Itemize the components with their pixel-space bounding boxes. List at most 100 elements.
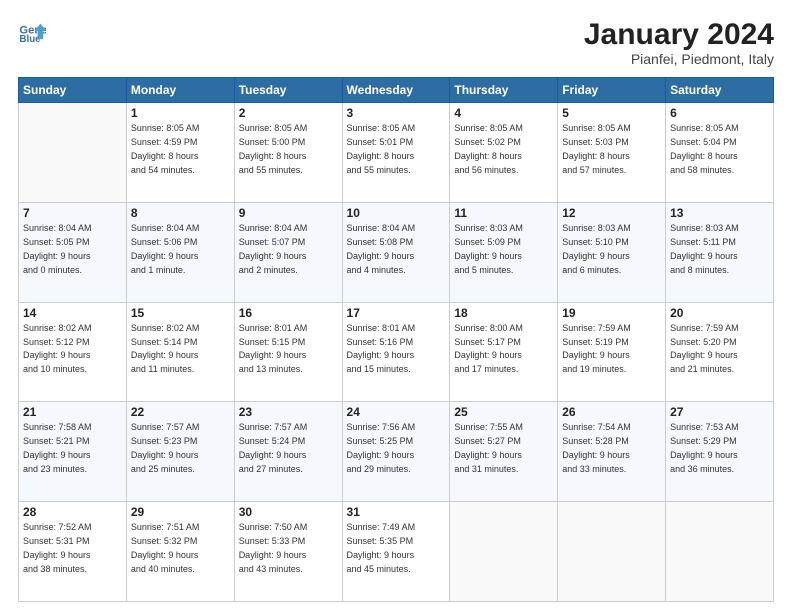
subtitle: Pianfei, Piedmont, Italy [584,51,774,67]
day-info: Sunrise: 8:05 AM Sunset: 4:59 PM Dayligh… [131,122,230,178]
day-info: Sunrise: 8:03 AM Sunset: 5:09 PM Dayligh… [454,222,553,278]
calendar-day-cell: 18 Sunrise: 8:00 AM Sunset: 5:17 PM Dayli… [450,302,558,402]
day-number: 1 [131,106,230,120]
calendar-week-row: 7 Sunrise: 8:04 AM Sunset: 5:05 PM Daylig… [19,202,774,302]
calendar-day-cell: 1 Sunrise: 8:05 AM Sunset: 4:59 PM Daylig… [126,103,234,203]
calendar-day-cell: 8Sunrise: 8:04 AM Sunset: 5:06 PM Daylig… [126,202,234,302]
header: General Blue January 2024 Pianfei, Piedm… [18,18,774,67]
day-info: Sunrise: 7:52 AM Sunset: 5:31 PM Dayligh… [23,521,122,577]
calendar-day-cell [666,502,774,602]
day-info: Sunrise: 7:56 AM Sunset: 5:25 PM Dayligh… [347,421,446,477]
day-number: 27 [670,405,769,419]
day-number: 14 [23,306,122,320]
calendar-day-cell: 9 Sunrise: 8:04 AM Sunset: 5:07 PM Daylig… [234,202,342,302]
calendar-day-cell: 30Sunrise: 7:50 AM Sunset: 5:33 PM Dayli… [234,502,342,602]
calendar-day-cell [19,103,127,203]
calendar-day-cell: 17Sunrise: 8:01 AM Sunset: 5:16 PM Dayli… [342,302,450,402]
day-number: 28 [23,505,122,519]
calendar-day-cell: 21 Sunrise: 7:58 AM Sunset: 5:21 PM Dayli… [19,402,127,502]
day-info: Sunrise: 8:04 AM Sunset: 5:05 PM Dayligh… [23,222,122,278]
day-number: 16 [239,306,338,320]
day-info: Sunrise: 7:49 AM Sunset: 5:35 PM Dayligh… [347,521,446,577]
day-number: 15 [131,306,230,320]
weekday-header-thursday: Thursday [450,78,558,103]
day-number: 7 [23,206,122,220]
day-number: 20 [670,306,769,320]
page: General Blue January 2024 Pianfei, Piedm… [0,0,792,612]
weekday-header-monday: Monday [126,78,234,103]
calendar-day-cell: 10 Sunrise: 8:04 AM Sunset: 5:08 PM Dayli… [342,202,450,302]
calendar-week-row: 14 Sunrise: 8:02 AM Sunset: 5:12 PM Dayli… [19,302,774,402]
logo-icon: General Blue [18,18,46,46]
day-number: 2 [239,106,338,120]
calendar-day-cell: 16 Sunrise: 8:01 AM Sunset: 5:15 PM Dayli… [234,302,342,402]
calendar-day-cell: 11 Sunrise: 8:03 AM Sunset: 5:09 PM Dayli… [450,202,558,302]
calendar-day-cell: 2 Sunrise: 8:05 AM Sunset: 5:00 PM Daylig… [234,103,342,203]
day-number: 25 [454,405,553,419]
calendar-day-cell: 20 Sunrise: 7:59 AM Sunset: 5:20 PM Dayli… [666,302,774,402]
day-info: Sunrise: 8:05 AM Sunset: 5:03 PM Dayligh… [562,122,661,178]
calendar-day-cell: 26 Sunrise: 7:54 AM Sunset: 5:28 PM Dayli… [558,402,666,502]
day-number: 31 [347,505,446,519]
day-info: Sunrise: 8:02 AM Sunset: 5:12 PM Dayligh… [23,322,122,378]
day-info: Sunrise: 8:04 AM Sunset: 5:08 PM Dayligh… [347,222,446,278]
day-info: Sunrise: 7:50 AM Sunset: 5:33 PM Dayligh… [239,521,338,577]
day-info: Sunrise: 8:00 AM Sunset: 5:17 PM Dayligh… [454,322,553,378]
day-number: 19 [562,306,661,320]
calendar-day-cell: 24 Sunrise: 7:56 AM Sunset: 5:25 PM Dayli… [342,402,450,502]
calendar-week-row: 28 Sunrise: 7:52 AM Sunset: 5:31 PM Dayli… [19,502,774,602]
day-number: 11 [454,206,553,220]
day-number: 23 [239,405,338,419]
calendar-day-cell: 14 Sunrise: 8:02 AM Sunset: 5:12 PM Dayli… [19,302,127,402]
day-info: Sunrise: 7:55 AM Sunset: 5:27 PM Dayligh… [454,421,553,477]
calendar-day-cell: 3Sunrise: 8:05 AM Sunset: 5:01 PM Daylig… [342,103,450,203]
day-info: Sunrise: 7:54 AM Sunset: 5:28 PM Dayligh… [562,421,661,477]
calendar-day-cell: 22Sunrise: 7:57 AM Sunset: 5:23 PM Dayli… [126,402,234,502]
day-info: Sunrise: 8:04 AM Sunset: 5:07 PM Dayligh… [239,222,338,278]
weekday-header-row: SundayMondayTuesdayWednesdayThursdayFrid… [19,78,774,103]
day-number: 12 [562,206,661,220]
day-info: Sunrise: 8:05 AM Sunset: 5:04 PM Dayligh… [670,122,769,178]
day-info: Sunrise: 7:57 AM Sunset: 5:23 PM Dayligh… [131,421,230,477]
day-info: Sunrise: 8:01 AM Sunset: 5:15 PM Dayligh… [239,322,338,378]
day-number: 21 [23,405,122,419]
calendar-day-cell: 31 Sunrise: 7:49 AM Sunset: 5:35 PM Dayli… [342,502,450,602]
calendar-day-cell: 29Sunrise: 7:51 AM Sunset: 5:32 PM Dayli… [126,502,234,602]
day-info: Sunrise: 8:04 AM Sunset: 5:06 PM Dayligh… [131,222,230,278]
day-info: Sunrise: 8:03 AM Sunset: 5:10 PM Dayligh… [562,222,661,278]
day-number: 10 [347,206,446,220]
calendar-day-cell: 4Sunrise: 8:05 AM Sunset: 5:02 PM Daylig… [450,103,558,203]
calendar-day-cell: 19 Sunrise: 7:59 AM Sunset: 5:19 PM Dayli… [558,302,666,402]
day-info: Sunrise: 8:03 AM Sunset: 5:11 PM Dayligh… [670,222,769,278]
day-number: 24 [347,405,446,419]
weekday-header-wednesday: Wednesday [342,78,450,103]
day-info: Sunrise: 8:01 AM Sunset: 5:16 PM Dayligh… [347,322,446,378]
day-info: Sunrise: 8:05 AM Sunset: 5:02 PM Dayligh… [454,122,553,178]
calendar-day-cell: 7 Sunrise: 8:04 AM Sunset: 5:05 PM Daylig… [19,202,127,302]
day-number: 13 [670,206,769,220]
main-title: January 2024 [584,18,774,51]
calendar-day-cell: 23Sunrise: 7:57 AM Sunset: 5:24 PM Dayli… [234,402,342,502]
calendar-day-cell: 12 Sunrise: 8:03 AM Sunset: 5:10 PM Dayli… [558,202,666,302]
day-info: Sunrise: 7:51 AM Sunset: 5:32 PM Dayligh… [131,521,230,577]
weekday-header-sunday: Sunday [19,78,127,103]
calendar-day-cell: 15 Sunrise: 8:02 AM Sunset: 5:14 PM Dayli… [126,302,234,402]
day-number: 3 [347,106,446,120]
day-info: Sunrise: 7:58 AM Sunset: 5:21 PM Dayligh… [23,421,122,477]
calendar-day-cell: 5Sunrise: 8:05 AM Sunset: 5:03 PM Daylig… [558,103,666,203]
weekday-header-saturday: Saturday [666,78,774,103]
day-info: Sunrise: 7:59 AM Sunset: 5:19 PM Dayligh… [562,322,661,378]
calendar-day-cell: 13 Sunrise: 8:03 AM Sunset: 5:11 PM Dayli… [666,202,774,302]
calendar-day-cell: 27Sunrise: 7:53 AM Sunset: 5:29 PM Dayli… [666,402,774,502]
calendar-day-cell [450,502,558,602]
day-number: 18 [454,306,553,320]
day-number: 26 [562,405,661,419]
day-info: Sunrise: 8:05 AM Sunset: 5:00 PM Dayligh… [239,122,338,178]
day-info: Sunrise: 7:59 AM Sunset: 5:20 PM Dayligh… [670,322,769,378]
title-area: January 2024 Pianfei, Piedmont, Italy [584,18,774,67]
day-number: 9 [239,206,338,220]
calendar-table: SundayMondayTuesdayWednesdayThursdayFrid… [18,77,774,602]
weekday-header-tuesday: Tuesday [234,78,342,103]
day-info: Sunrise: 8:02 AM Sunset: 5:14 PM Dayligh… [131,322,230,378]
calendar-day-cell [558,502,666,602]
